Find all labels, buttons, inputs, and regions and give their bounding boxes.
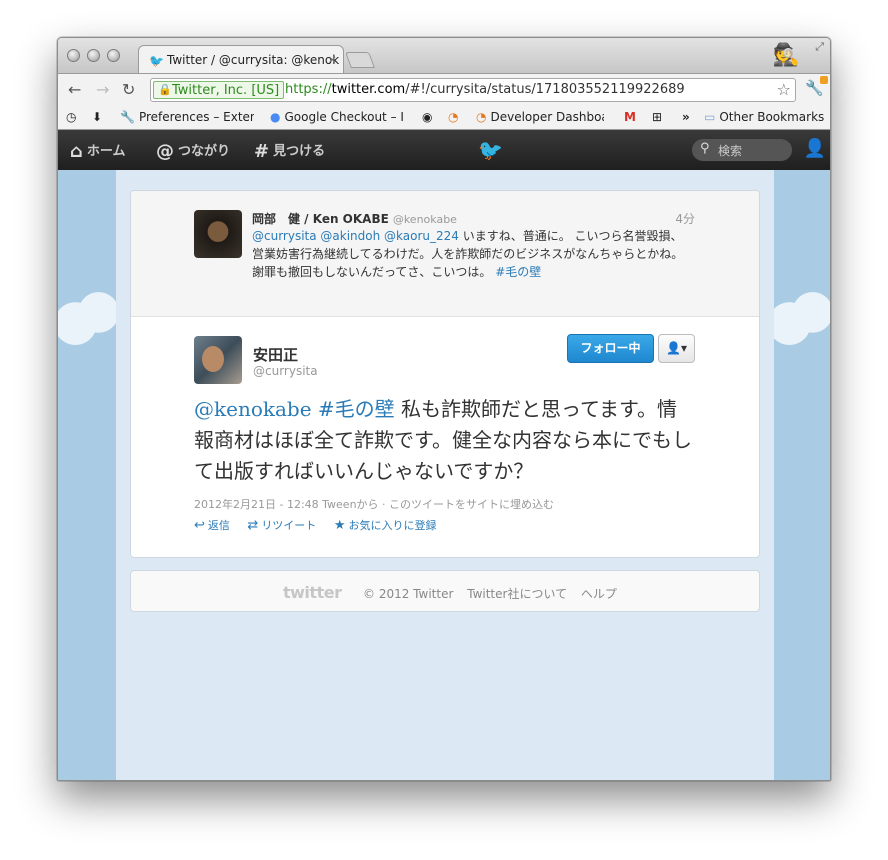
nav-connect[interactable]: @ つながり (156, 140, 230, 162)
bookmark-icon-1[interactable]: ◉ (422, 110, 432, 124)
chevron-down-icon: ▾ (680, 341, 687, 355)
twitter-bird-icon: 🐦 (149, 54, 164, 68)
footer: twitter © 2012 Twitter Twitter社について ヘルプ (130, 570, 760, 612)
tweet-hashtag[interactable]: #毛の壁 (318, 397, 395, 421)
reply-icon: ↩ (194, 518, 205, 533)
zoom-window-button[interactable] (107, 49, 120, 62)
back-arrow-icon[interactable]: ← (68, 80, 81, 99)
add-bookmark-icon[interactable]: ⊞ (652, 110, 662, 124)
tweet-author-handle[interactable]: @currysita (253, 364, 318, 378)
at-icon: @ (156, 141, 174, 162)
bookmark-star-icon[interactable]: ☆ (777, 80, 791, 99)
rss-icon: ◔ (476, 110, 487, 124)
avatar[interactable] (194, 210, 242, 258)
retweet-icon: ⇄ (247, 518, 259, 533)
ev-certificate-badge[interactable]: 🔒 Twitter, Inc. [US] (153, 81, 285, 99)
tweet-text: @kenokabe #毛の壁 私も詐欺師だと思ってます。情報商材はほぼ全て詐欺で… (194, 397, 692, 483)
tab-twitter[interactable]: 🐦 Twitter / @currysita: @kenok × (138, 45, 344, 74)
tweet-meta[interactable]: 2012年2月21日 - 12:48 Tweenから · このツイートをサイトに… (194, 496, 554, 512)
history-icon[interactable]: ◷ (66, 110, 76, 124)
nav-home[interactable]: ⌂ ホーム (70, 140, 126, 162)
footer-copyright: © 2012 Twitter (363, 587, 454, 601)
tab-title: Twitter / @currysita: @kenok (167, 53, 340, 67)
bookmarks-bar: ◷ ⬇ 🔧 Preferences – Extens ● Google Checko… (58, 105, 830, 130)
fullscreen-icon[interactable]: ⤢ (815, 40, 824, 54)
incognito-icon: 🕵 (772, 43, 800, 68)
person-icon: 👤 (666, 341, 681, 355)
bookmark-google-checkout[interactable]: ● Google Checkout – I (270, 110, 406, 124)
reply-handle[interactable]: @kenokabe (393, 213, 457, 226)
footer-help-link[interactable]: ヘルプ (581, 587, 617, 601)
hashtag-icon: # (254, 141, 270, 162)
browser-toolbar: ← → ↻ 🔒 Twitter, Inc. [US] https://twitt… (58, 73, 830, 105)
footer-links: © 2012 Twitter Twitter社について ヘルプ (363, 585, 617, 602)
google-icon: ● (270, 110, 281, 124)
bookmark-other[interactable]: ▭ Other Bookmarks (704, 110, 824, 124)
tweet-actions: ↩ 返信 ⇄ リツイート ★ お気に入りに登録 (194, 517, 450, 533)
favorite-button[interactable]: ★ お気に入りに登録 (334, 517, 437, 533)
cloud-decoration (772, 290, 830, 346)
search-input[interactable]: ⚲ 検索 (692, 139, 792, 161)
update-badge (820, 76, 828, 84)
reply-timestamp[interactable]: 4分 (675, 210, 695, 227)
twitter-topbar: ⌂ ホーム @ つながり # 見つける 🐦 ⚲ 検索 👤 (58, 130, 830, 170)
folder-icon: ▭ (704, 110, 716, 124)
reply-hashtag[interactable]: #毛の壁 (495, 265, 541, 279)
tab-strip: 🐦 Twitter / @currysita: @kenok × 🕵 ⤢ (58, 38, 830, 74)
address-bar[interactable]: 🔒 Twitter, Inc. [US] https://twitter.com… (150, 78, 796, 102)
twitter-logo: twitter (283, 583, 342, 602)
url-text[interactable]: https://twitter.com/#!/currysita/status/… (285, 82, 685, 97)
tweet-mention[interactable]: @kenokabe (194, 397, 312, 421)
cloud-decoration (58, 290, 116, 346)
following-button[interactable]: フォロー中 (567, 334, 654, 363)
in-reply-to-tweet[interactable]: 岡部 健 / Ken OKABE @kenokabe 4分 @currysita … (131, 191, 759, 317)
background-stripe-left (58, 170, 116, 780)
lock-icon: 🔒 (158, 83, 172, 96)
rss-icon[interactable]: ◔ (448, 110, 458, 124)
reload-icon[interactable]: ↻ (122, 80, 135, 99)
tab-close-icon[interactable]: × (328, 53, 337, 66)
more-bookmarks-chevron[interactable]: » (682, 110, 690, 124)
tweet-author-name[interactable]: 安田正 (253, 344, 298, 365)
twitter-bird-icon[interactable]: 🐦 (478, 138, 503, 162)
footer-about-link[interactable]: Twitter社について (467, 587, 567, 601)
bookmark-developer-dashboard[interactable]: ◔ Developer Dashboar (476, 110, 604, 124)
wrench-icon: 🔧 (120, 110, 135, 124)
tweet-permalink-panel: 岡部 健 / Ken OKABE @kenokabe 4分 @currysita … (130, 190, 760, 558)
user-menu-icon[interactable]: 👤 (804, 138, 826, 159)
gmail-icon[interactable]: M (624, 110, 636, 124)
star-icon: ★ (333, 518, 346, 533)
browser-window: 🐦 Twitter / @currysita: @kenok × 🕵 ⤢ ← →… (57, 37, 831, 781)
download-icon[interactable]: ⬇ (92, 110, 102, 124)
minimize-window-button[interactable] (87, 49, 100, 62)
retweet-button[interactable]: ⇄ リツイート (247, 517, 316, 533)
avatar[interactable] (194, 336, 242, 384)
nav-discover[interactable]: # 見つける (254, 140, 325, 162)
reply-text: @currysita @akindoh @kaoru_224 いますね、普通に。… (252, 229, 684, 279)
close-window-button[interactable] (67, 49, 80, 62)
reply-mentions[interactable]: @currysita @akindoh @kaoru_224 (252, 229, 459, 243)
reply-button[interactable]: ↩ 返信 (194, 517, 230, 533)
search-icon: ⚲ (700, 141, 710, 156)
new-tab-button[interactable] (345, 52, 375, 68)
background-stripe-right (772, 170, 830, 780)
user-actions-button[interactable]: 👤▾ (658, 334, 695, 363)
home-icon: ⌂ (70, 141, 83, 162)
bookmark-preferences[interactable]: 🔧 Preferences – Extens (120, 110, 254, 124)
forward-arrow-icon[interactable]: → (96, 80, 109, 99)
reply-author[interactable]: 岡部 健 / Ken OKABE @kenokabe (252, 210, 457, 227)
